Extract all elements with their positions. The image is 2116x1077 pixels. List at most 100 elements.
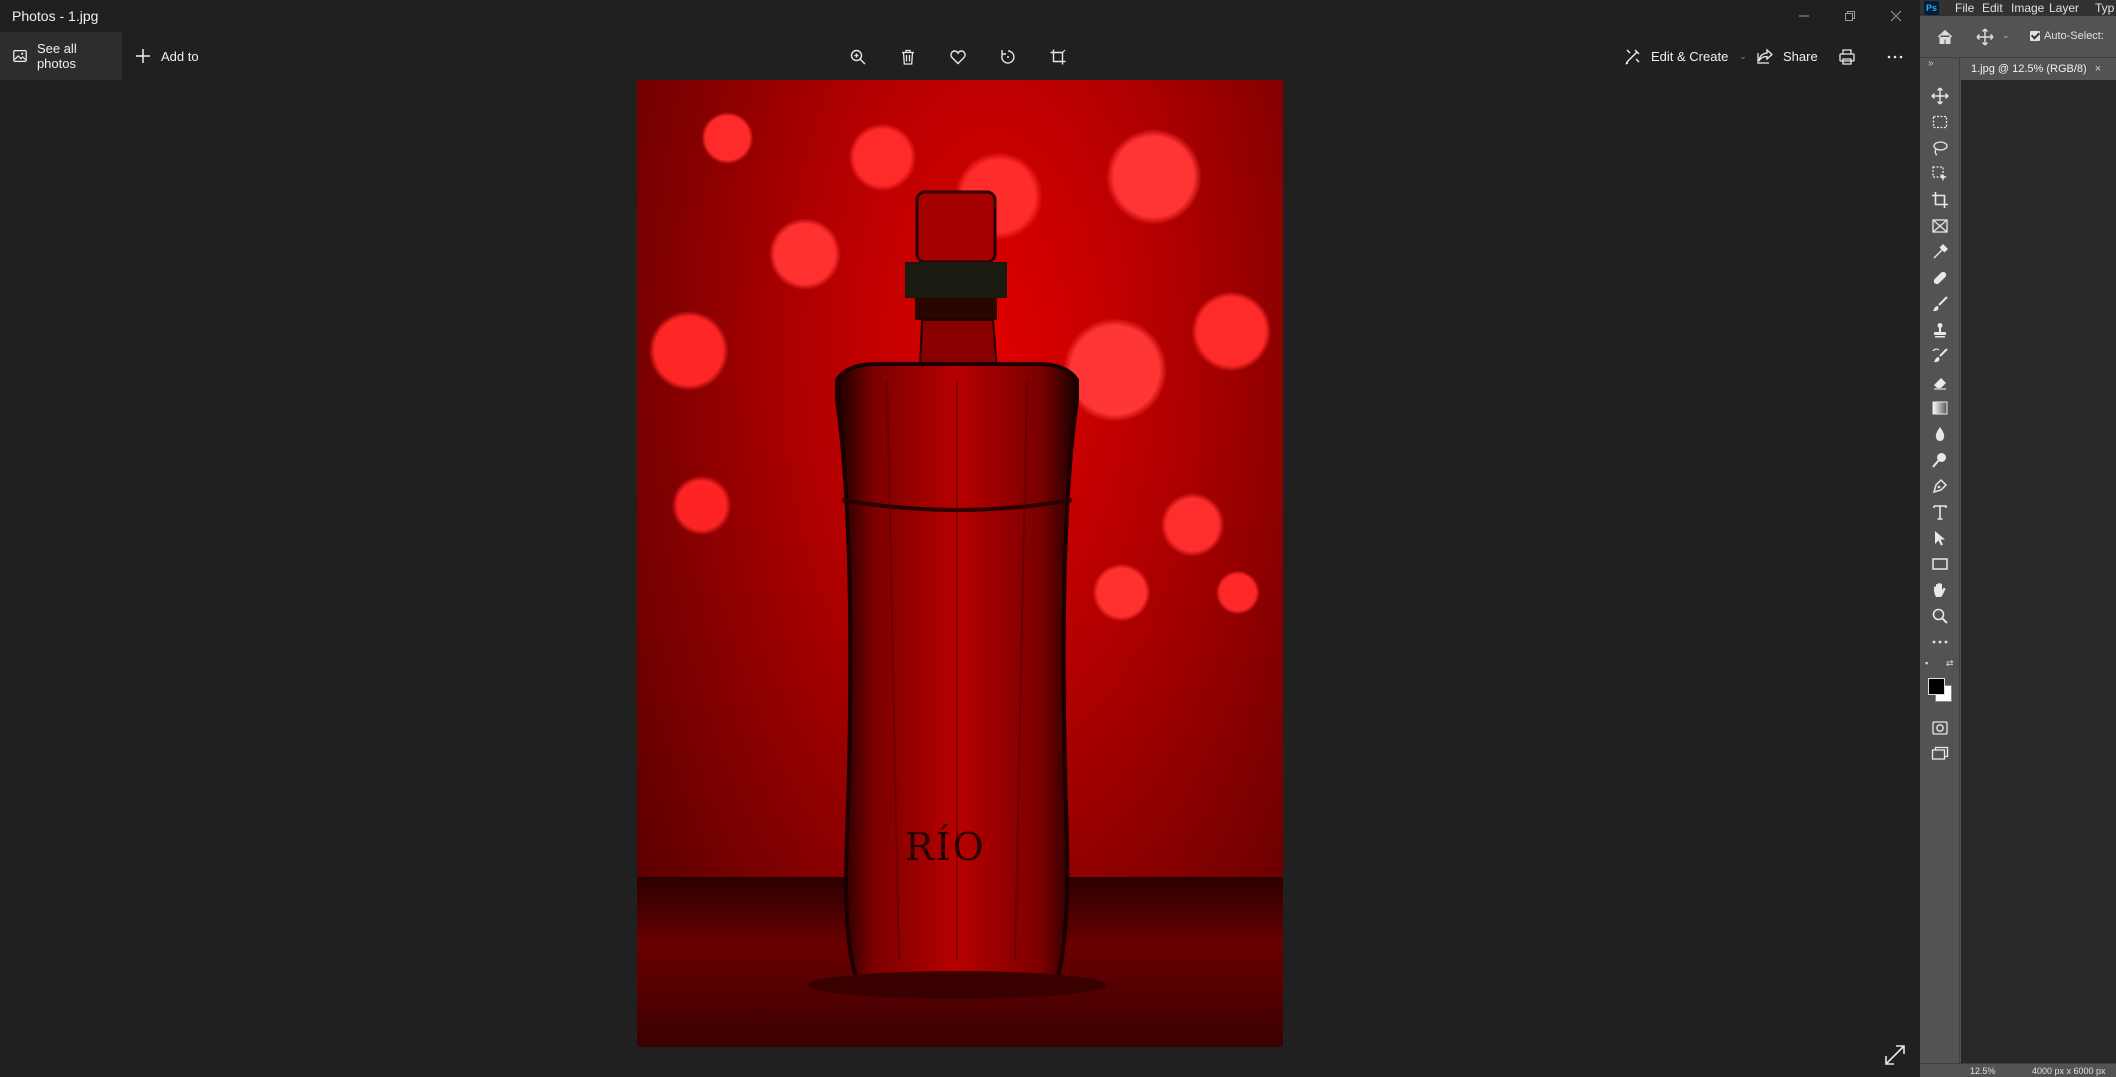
- tools-panel: » ▪ ⇄: [1920, 58, 1960, 1063]
- default-colors-icon[interactable]: ▪: [1925, 658, 1935, 668]
- bottle-label-text: RÍO: [905, 825, 986, 869]
- delete-icon: [902, 49, 914, 65]
- type-tool[interactable]: [1928, 500, 1952, 524]
- menu-edit[interactable]: Edit: [1982, 1, 2003, 15]
- perfume-bottle-image: [807, 190, 1107, 999]
- gradient-icon: [1932, 401, 1948, 415]
- print-button[interactable]: [1832, 42, 1862, 72]
- quick-mask-button[interactable]: [1928, 716, 1952, 740]
- close-tab-icon[interactable]: ×: [2095, 63, 2101, 75]
- frame-icon: [1932, 219, 1948, 233]
- history-brush-tool[interactable]: [1928, 344, 1952, 368]
- menu-layer[interactable]: Layer: [2049, 1, 2079, 15]
- share-button[interactable]: Share: [1744, 32, 1830, 80]
- rectangle-icon: [1932, 558, 1948, 570]
- dodge-tool[interactable]: [1928, 448, 1952, 472]
- share-icon: [1757, 48, 1773, 64]
- eraser-tool[interactable]: [1928, 370, 1952, 394]
- frame-tool[interactable]: [1928, 214, 1952, 238]
- quick-mask-icon: [1932, 721, 1948, 735]
- gradient-tool[interactable]: [1928, 396, 1952, 420]
- menu-type[interactable]: Typ: [2095, 1, 2114, 15]
- eyedropper-tool[interactable]: [1928, 240, 1952, 264]
- zoom-level[interactable]: 12.5%: [1970, 1066, 1996, 1076]
- lasso-tool[interactable]: [1928, 136, 1952, 160]
- clone-stamp-tool[interactable]: [1928, 318, 1952, 342]
- document-dimensions: 4000 px x 6000 px: [2032, 1066, 2106, 1076]
- close-button[interactable]: [1873, 0, 1919, 32]
- document-tab[interactable]: 1.jpg @ 12.5% (RGB/8) ×: [1961, 58, 2116, 80]
- photos-app: Photos - 1.jpg See all photos Add to Edi…: [0, 0, 1920, 1077]
- photoshop-logo-icon: Ps: [1924, 1, 1939, 15]
- bandage-icon: [1933, 271, 1947, 285]
- blur-tool[interactable]: [1928, 422, 1952, 446]
- brush-tool[interactable]: [1928, 292, 1952, 316]
- path-selection-tool[interactable]: [1928, 526, 1952, 550]
- auto-select-checkbox[interactable]: Auto-Select:: [2030, 30, 2104, 42]
- zoom-tool[interactable]: [1928, 604, 1952, 628]
- favorite-button[interactable]: [943, 42, 973, 72]
- photo-viewer-image[interactable]: RÍO: [637, 80, 1283, 1047]
- share-label: Share: [1783, 48, 1818, 64]
- eyedropper-icon: [1933, 244, 1948, 259]
- type-icon: [1933, 505, 1947, 520]
- see-all-photos-button[interactable]: See all photos: [0, 32, 122, 80]
- stamp-icon: [1934, 323, 1946, 338]
- fullscreen-button[interactable]: [1883, 1043, 1907, 1067]
- photos-toolbar: See all photos Add to Edit & Create ⌄ Sh…: [0, 32, 1920, 80]
- expand-icon: [1885, 1045, 1905, 1065]
- see-all-photos-label: See all photos: [36, 41, 77, 71]
- print-icon: [1839, 49, 1855, 65]
- heart-icon: [950, 50, 966, 65]
- move-tool-icon[interactable]: [1976, 28, 1994, 46]
- edit-create-label: Edit & Create: [1651, 48, 1729, 64]
- pen-tool[interactable]: [1928, 474, 1952, 498]
- move-icon: [1931, 87, 1949, 105]
- status-bar: 12.5% 4000 px x 6000 px: [1920, 1063, 2116, 1077]
- path-select-icon: [1935, 531, 1945, 546]
- menu-file[interactable]: File: [1955, 1, 1974, 15]
- tool-preset-chevron-icon[interactable]: ⌄: [2002, 30, 2010, 41]
- swap-colors-icon[interactable]: ⇄: [1946, 658, 1956, 668]
- object-select-tool[interactable]: [1928, 162, 1952, 186]
- minimize-icon: [1799, 15, 1809, 17]
- zoom-icon: [1932, 608, 1948, 624]
- more-tools-button[interactable]: [1928, 630, 1952, 654]
- brush-icon: [1933, 296, 1948, 312]
- menu-image[interactable]: Image: [2011, 1, 2044, 15]
- crop-tool[interactable]: [1928, 188, 1952, 212]
- more-options-button[interactable]: [1880, 42, 1910, 72]
- close-icon: [1890, 10, 1902, 22]
- hand-tool[interactable]: [1928, 578, 1952, 602]
- add-to-button[interactable]: Add to: [122, 32, 211, 80]
- window-title: Photos - 1.jpg: [12, 8, 99, 24]
- crop-icon: [1932, 192, 1948, 208]
- screen-mode-icon: [1931, 746, 1949, 760]
- healing-brush-tool[interactable]: [1928, 266, 1952, 290]
- foreground-color-swatch[interactable]: [1928, 678, 1945, 695]
- hand-icon: [1934, 583, 1946, 597]
- minimize-button[interactable]: [1781, 0, 1827, 32]
- screen-mode-button[interactable]: [1928, 742, 1952, 766]
- checkbox-checked-icon: [2030, 31, 2040, 41]
- rotate-icon: [1001, 50, 1015, 64]
- more-icon: [1887, 55, 1903, 59]
- blur-drop-icon: [1935, 427, 1945, 441]
- rectangle-tool[interactable]: [1928, 552, 1952, 576]
- zoom-in-button[interactable]: [843, 42, 873, 72]
- document-tab-title: 1.jpg @ 12.5% (RGB/8): [1971, 63, 2087, 75]
- delete-button[interactable]: [893, 42, 923, 72]
- edit-create-icon: [1625, 49, 1640, 65]
- marquee-tool[interactable]: [1928, 110, 1952, 134]
- edit-create-button[interactable]: Edit & Create ⌄: [1612, 32, 1759, 80]
- marquee-icon: [1932, 115, 1948, 129]
- move-tool[interactable]: [1928, 84, 1952, 108]
- document-area: 1.jpg @ 12.5% (RGB/8) ×: [1961, 58, 2116, 1063]
- crop-button[interactable]: [1043, 42, 1073, 72]
- rotate-button[interactable]: [993, 42, 1023, 72]
- home-icon[interactable]: [1936, 28, 1954, 46]
- restore-button[interactable]: [1827, 0, 1873, 32]
- collapse-panel-icon[interactable]: »: [1928, 58, 1934, 69]
- history-brush-icon: [1932, 348, 1948, 363]
- add-to-label: Add to: [161, 48, 199, 64]
